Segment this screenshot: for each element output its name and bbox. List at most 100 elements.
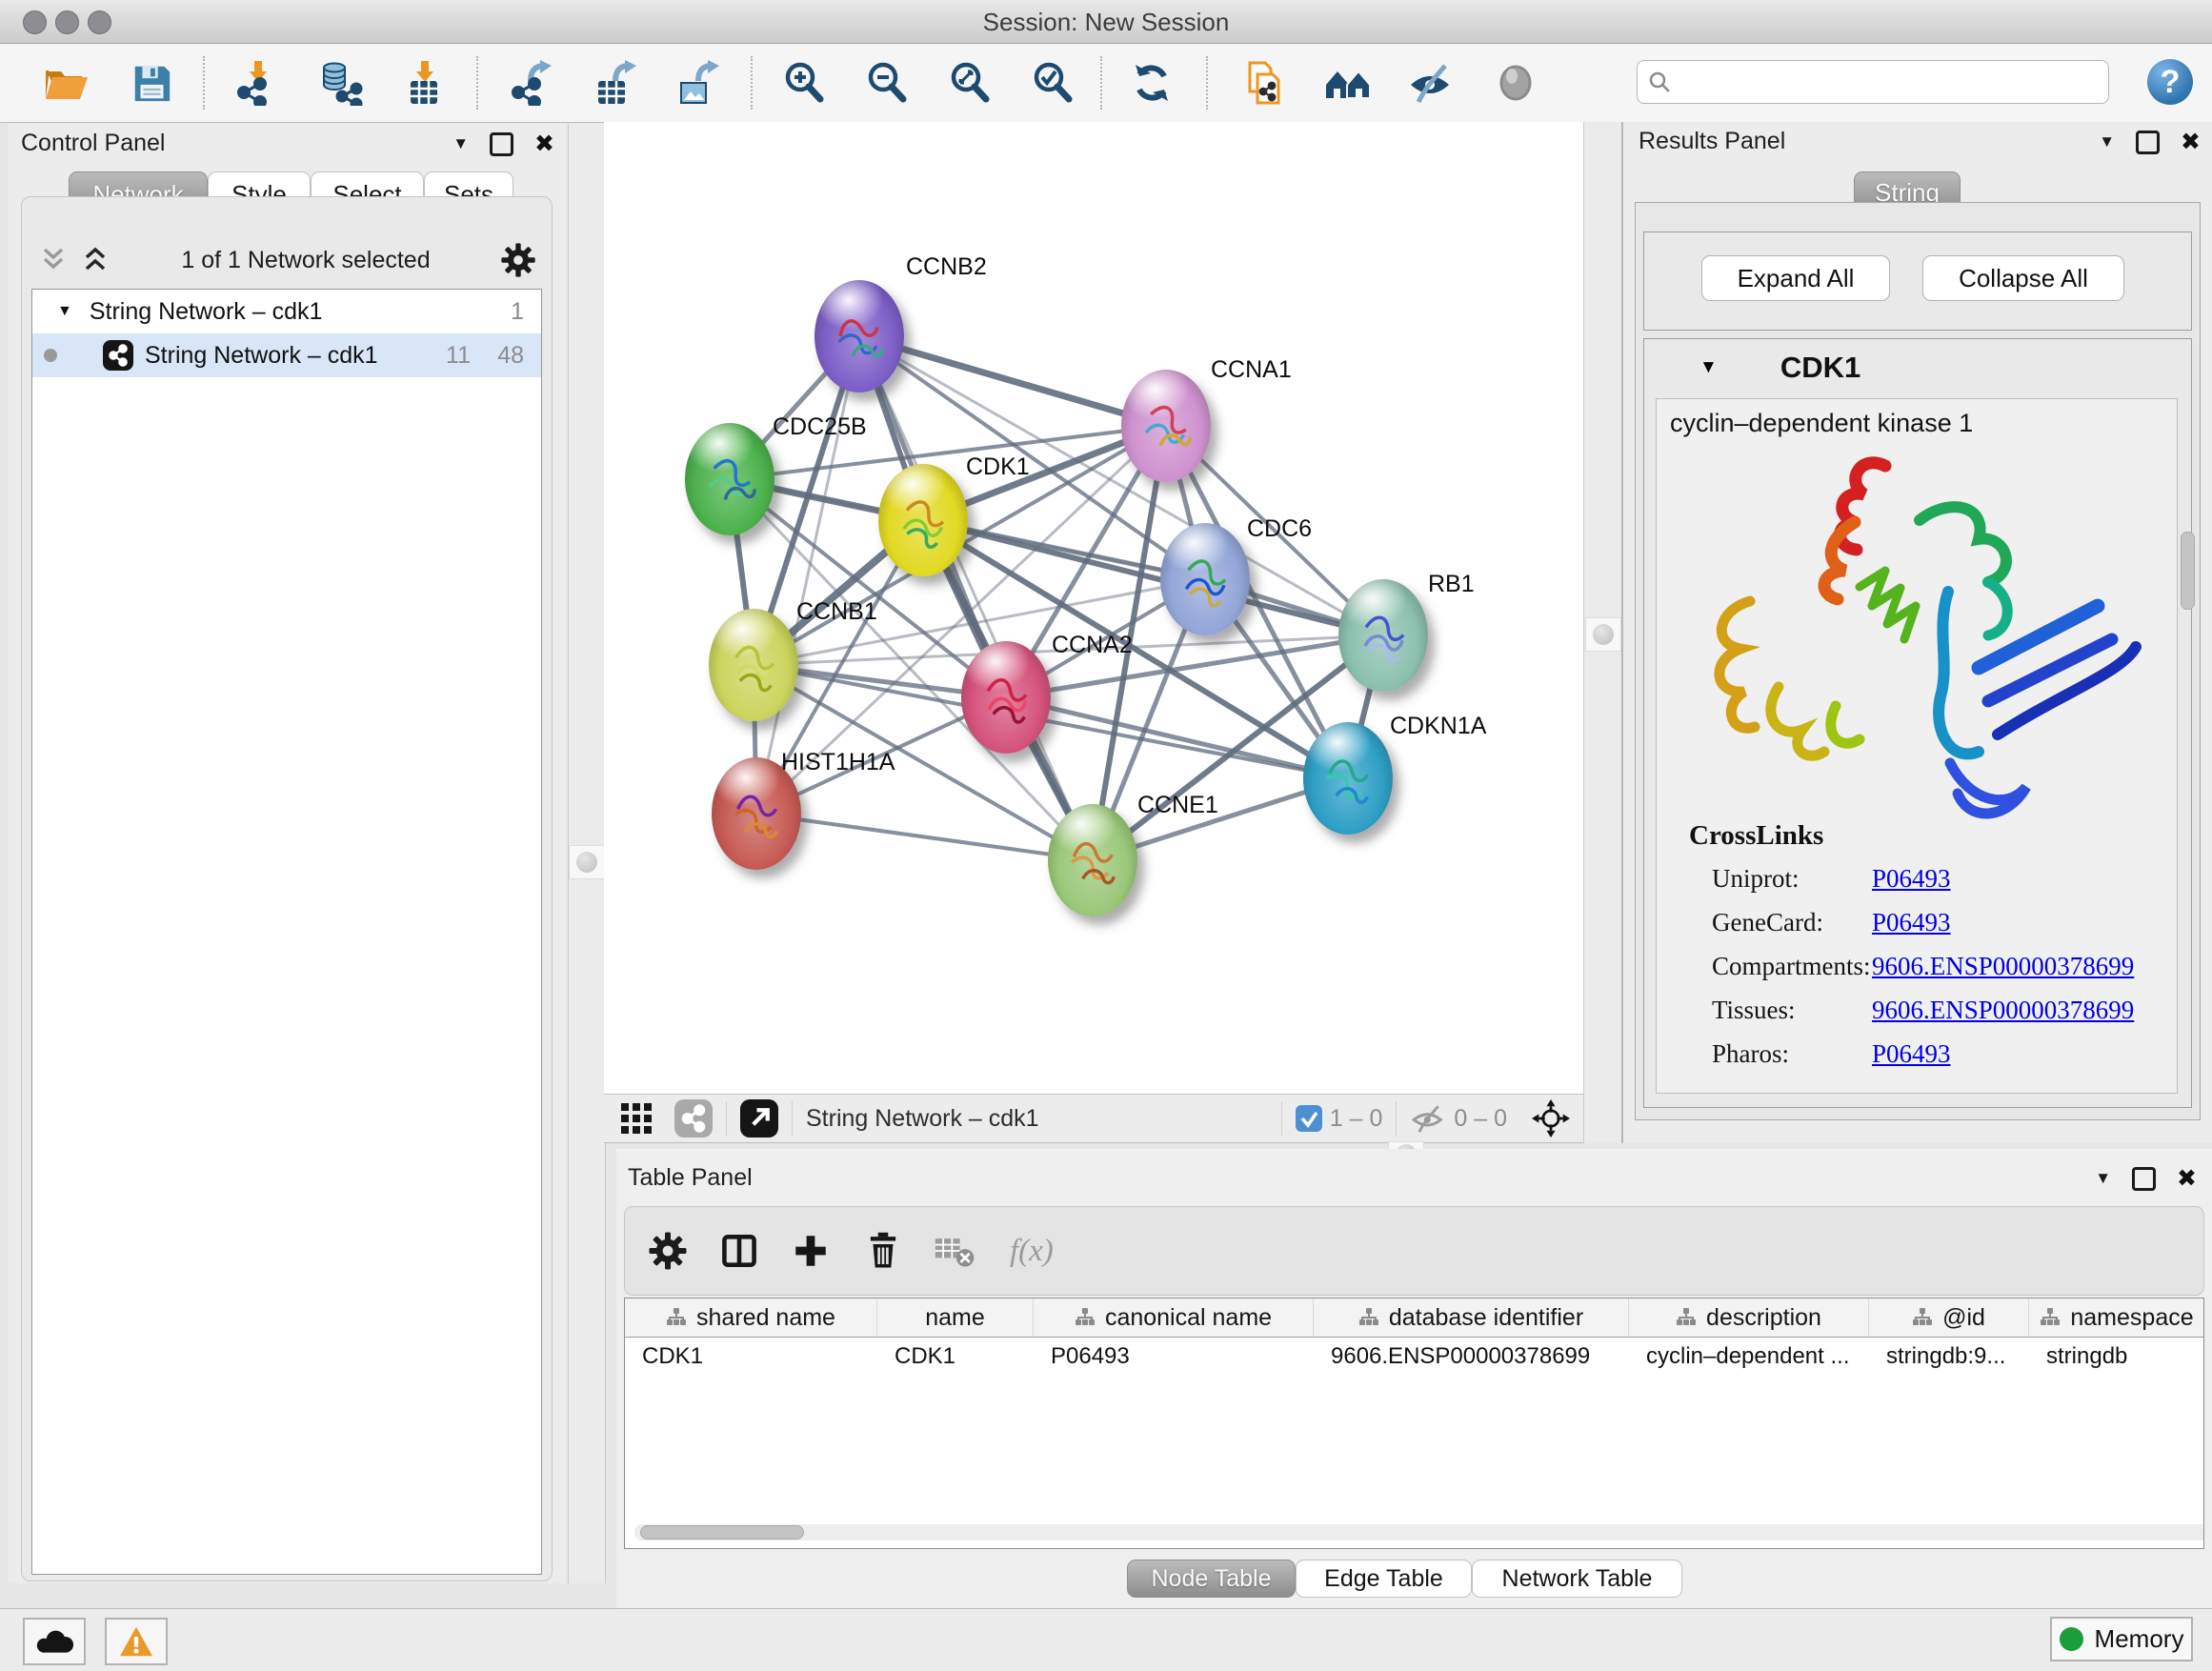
delete-column-icon[interactable] xyxy=(863,1231,903,1271)
table-panel-float-menu[interactable]: ▼ xyxy=(2095,1169,2111,1188)
network-node-CCNB2[interactable] xyxy=(814,280,904,393)
show-panel-button[interactable] xyxy=(1492,59,1539,107)
memory-button[interactable]: Memory xyxy=(2050,1617,2193,1661)
cloud-icon xyxy=(35,1627,73,1656)
crosslink-link[interactable]: 9606.ENSP00000378699 xyxy=(1872,996,2134,1025)
refresh-button[interactable] xyxy=(1128,59,1176,107)
save-session-button[interactable] xyxy=(128,59,175,107)
network-tree: ▼ String Network – cdk1 1 String Network… xyxy=(31,289,542,1575)
column-header-description[interactable]: description xyxy=(1629,1299,1869,1337)
add-column-icon[interactable] xyxy=(791,1231,831,1271)
open-session-button[interactable] xyxy=(42,59,90,107)
column-header-name[interactable]: name xyxy=(877,1299,1034,1337)
search-field[interactable] xyxy=(1637,60,2109,104)
gear-icon[interactable] xyxy=(500,242,536,278)
table-gear-icon[interactable] xyxy=(648,1231,688,1271)
zoom-selected-icon xyxy=(1030,60,1076,106)
crosslink-link[interactable]: P06493 xyxy=(1872,864,1951,894)
show-columns-icon[interactable] xyxy=(718,1230,760,1272)
protein-thumbnail-icon xyxy=(1172,544,1238,614)
zoom-fit-button[interactable] xyxy=(946,59,994,107)
results-scrollbar-thumb[interactable] xyxy=(2181,532,2195,610)
crosslink-link[interactable]: 9606.ENSP00000378699 xyxy=(1872,952,2134,981)
column-header-database-identifier[interactable]: database identifier xyxy=(1314,1299,1629,1337)
selected-checkbox-icon[interactable] xyxy=(1296,1105,1322,1132)
results-panel-close-button[interactable]: ✖ xyxy=(2181,128,2201,156)
detach-view-icon[interactable] xyxy=(740,1099,778,1137)
crosslink-link[interactable]: P06493 xyxy=(1872,1039,1951,1069)
network-node-label-CDC25B: CDC25B xyxy=(773,413,867,441)
cloud-status-button[interactable] xyxy=(23,1618,86,1665)
network-node-CCNB1[interactable] xyxy=(709,609,798,721)
network-node-CDC6[interactable] xyxy=(1160,523,1250,635)
expand-all-button[interactable]: Expand All xyxy=(1701,255,1890,301)
crosslink-label: GeneCard: xyxy=(1712,908,1823,937)
left-splitter[interactable] xyxy=(568,124,606,1583)
toolbar-separator xyxy=(203,56,205,110)
clone-network-button[interactable] xyxy=(1241,59,1289,107)
collapse-all-button[interactable]: Collapse All xyxy=(1922,255,2124,301)
network-canvas[interactable]: CCNB2CCNA1CDC25BCDK1CDC6RB1CCNB1CCNA2CDK… xyxy=(604,122,1583,1094)
column-header-@id[interactable]: @id xyxy=(1869,1299,2029,1337)
import-network-button[interactable] xyxy=(234,59,282,107)
zoom-in-button[interactable] xyxy=(780,59,828,107)
control-panel-float-menu[interactable]: ▼ xyxy=(452,134,469,153)
string-view-icon[interactable] xyxy=(674,1099,713,1137)
tab-edge-table[interactable]: Edge Table xyxy=(1296,1560,1472,1598)
column-header-shared-name[interactable]: shared name xyxy=(625,1299,877,1337)
tab-node-table[interactable]: Node Table xyxy=(1127,1560,1296,1598)
show-all-views-button[interactable] xyxy=(1324,59,1372,107)
crosslink-label: Tissues: xyxy=(1712,996,1796,1025)
network-node-label-CCNB2: CCNB2 xyxy=(906,253,987,281)
table-row[interactable]: CDK1CDK1P064939606.ENSP00000378699cyclin… xyxy=(625,1338,2203,1376)
crosslink-link[interactable]: P06493 xyxy=(1872,908,1951,937)
tab-network-table[interactable]: Network Table xyxy=(1472,1560,1682,1598)
navigator-crosshair-icon[interactable] xyxy=(1532,1099,1570,1137)
export-image-button[interactable] xyxy=(674,59,722,107)
left-splitter-handle[interactable] xyxy=(569,845,605,879)
memory-status-dot-icon xyxy=(2060,1627,2083,1651)
control-panel-close-button[interactable]: ✖ xyxy=(534,130,554,158)
right-splitter-handle[interactable] xyxy=(1585,617,1621,652)
network-node-CDK1[interactable] xyxy=(878,464,968,576)
network-collection-row[interactable]: ▼ String Network – cdk1 1 xyxy=(32,290,541,333)
table-hscrollbar-thumb[interactable] xyxy=(640,1525,804,1540)
hide-panel-button[interactable] xyxy=(1407,59,1455,107)
table-cell: P06493 xyxy=(1034,1338,1314,1376)
network-node-count: 11 xyxy=(446,342,471,370)
import-table-button[interactable] xyxy=(401,59,449,107)
search-input[interactable] xyxy=(1672,68,2108,96)
grid-view-icon[interactable] xyxy=(619,1101,654,1136)
zoom-fit-icon xyxy=(947,60,993,106)
zoom-out-button[interactable] xyxy=(863,59,911,107)
warning-status-button[interactable] xyxy=(105,1618,168,1665)
table-panel-float-button[interactable] xyxy=(2132,1167,2156,1191)
expand-all-icon[interactable] xyxy=(79,247,111,273)
network-node-CCNE1[interactable] xyxy=(1048,804,1137,916)
gene-expander-icon[interactable]: ▼ xyxy=(1699,357,1718,378)
table-panel-close-button[interactable]: ✖ xyxy=(2177,1164,2197,1193)
control-panel-float-button[interactable] xyxy=(490,132,513,156)
network-node-CCNA1[interactable] xyxy=(1121,370,1211,482)
column-header-namespace[interactable]: namespace xyxy=(2029,1299,2204,1337)
right-splitter[interactable] xyxy=(1583,122,1623,1143)
network-row[interactable]: String Network – cdk1 11 48 xyxy=(32,333,541,377)
export-network-button[interactable] xyxy=(509,59,556,107)
table-cell: stringdb xyxy=(2029,1338,2204,1376)
column-header-canonical-name[interactable]: canonical name xyxy=(1034,1299,1314,1337)
results-panel-float-menu[interactable]: ▼ xyxy=(2099,132,2115,151)
export-table-button[interactable] xyxy=(592,59,639,107)
network-node-RB1[interactable] xyxy=(1338,579,1428,692)
network-node-CCNA2[interactable] xyxy=(961,641,1051,754)
zoom-selected-button[interactable] xyxy=(1029,59,1076,107)
help-button[interactable]: ? xyxy=(2147,59,2193,105)
netbar-separator xyxy=(726,1101,727,1136)
network-node-CDC25B[interactable] xyxy=(685,423,774,535)
table-toolbar: f(x) xyxy=(624,1206,2204,1296)
collapse-all-icon[interactable] xyxy=(37,247,70,273)
import-from-database-button[interactable] xyxy=(317,59,365,107)
results-panel-float-button[interactable] xyxy=(2136,131,2160,154)
network-node-CDKN1A[interactable] xyxy=(1303,722,1393,835)
table-hscrollbar[interactable] xyxy=(634,1524,2204,1540)
collection-expander-icon[interactable]: ▼ xyxy=(57,303,72,320)
